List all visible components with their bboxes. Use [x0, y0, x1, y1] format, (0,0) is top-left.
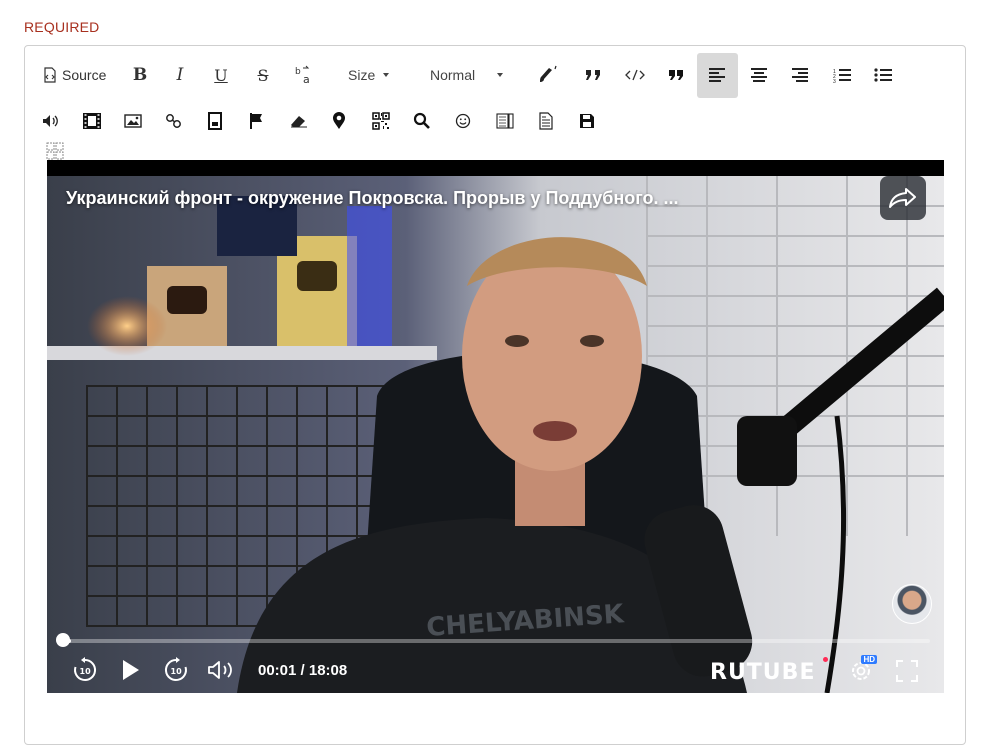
- video-top-bar: [47, 160, 944, 176]
- image-button[interactable]: [124, 106, 142, 136]
- template-button[interactable]: [538, 106, 554, 136]
- quote-button[interactable]: [584, 60, 602, 90]
- remove-format-button[interactable]: [289, 106, 309, 136]
- strikethrough-button[interactable]: S: [255, 60, 271, 90]
- progress-bar[interactable]: [62, 639, 930, 643]
- bullet-list-button[interactable]: [873, 60, 893, 90]
- settings-button[interactable]: HD: [849, 655, 877, 683]
- size-label: Size: [348, 67, 376, 83]
- brush-icon: [540, 65, 557, 82]
- eraser-icon: [291, 116, 307, 128]
- channel-avatar[interactable]: [892, 584, 932, 624]
- align-right-button[interactable]: [790, 60, 810, 90]
- rutube-logo-dot: [823, 657, 828, 662]
- align-right-icon: [792, 68, 808, 82]
- svg-text:b: b: [295, 67, 301, 77]
- show-blocks-button[interactable]: [495, 106, 515, 136]
- volume-button[interactable]: [207, 658, 235, 682]
- blockquote-icon: [669, 70, 683, 80]
- location-pin-icon: [333, 112, 345, 129]
- hd-badge: HD: [861, 655, 877, 664]
- share-button[interactable]: [880, 176, 926, 220]
- show-blocks-icon: [496, 113, 514, 129]
- page-break-button[interactable]: [207, 106, 223, 136]
- bullet-list-icon: [874, 68, 892, 82]
- volume-icon: [208, 661, 232, 679]
- share-icon: [889, 188, 916, 208]
- qrcode-icon: [372, 112, 390, 130]
- time-display: 00:01 / 18:08: [258, 662, 348, 679]
- page-break-icon: [208, 112, 222, 130]
- chevron-down-icon: [497, 73, 504, 77]
- translate-icon: ba: [295, 65, 310, 85]
- svg-text:3: 3: [833, 79, 836, 83]
- ordered-list-button[interactable]: 123: [832, 60, 852, 90]
- align-left-icon: [709, 68, 725, 82]
- rewind-10-button[interactable]: 10: [71, 656, 99, 684]
- video-title[interactable]: Украинский фронт - окружение Покровска. …: [66, 188, 679, 209]
- document-icon: [539, 112, 553, 130]
- align-center-button[interactable]: [749, 60, 769, 90]
- underline-button[interactable]: U: [213, 60, 229, 90]
- ordered-list-icon: 123: [833, 69, 851, 83]
- format-label: Normal: [430, 67, 476, 83]
- find-button[interactable]: [413, 106, 431, 136]
- play-icon: [123, 660, 139, 680]
- size-dropdown[interactable]: Size: [348, 60, 390, 90]
- video-button[interactable]: [82, 106, 102, 136]
- forward-10-icon: 10: [164, 657, 187, 681]
- quote-icon: [586, 70, 600, 80]
- play-button[interactable]: [119, 656, 143, 684]
- smiley-icon: [455, 113, 471, 129]
- format-dropdown[interactable]: Normal: [430, 60, 504, 90]
- map-button[interactable]: [331, 106, 347, 136]
- save-button[interactable]: [578, 106, 596, 136]
- text-color-button[interactable]: [536, 60, 560, 90]
- code-button[interactable]: [625, 60, 645, 90]
- save-icon: [580, 114, 594, 128]
- source-button[interactable]: Source: [42, 60, 106, 90]
- rutube-logo[interactable]: RUTUBE: [710, 660, 815, 685]
- emoji-button[interactable]: [455, 106, 471, 136]
- search-icon: [413, 112, 430, 129]
- audio-button[interactable]: [42, 106, 60, 136]
- move-handle-icon: [46, 142, 64, 160]
- link-button[interactable]: [165, 106, 183, 136]
- translate-button[interactable]: ba: [294, 60, 314, 90]
- progress-thumb[interactable]: [56, 633, 70, 647]
- svg-text:10: 10: [171, 667, 183, 676]
- source-label: Source: [62, 67, 107, 83]
- fullscreen-icon: [896, 660, 918, 682]
- italic-button[interactable]: I: [173, 60, 187, 90]
- align-center-icon: [751, 68, 767, 82]
- video-player[interactable]: CHELYABINSK Украинский фронт - окружение…: [47, 160, 944, 693]
- forward-10-button[interactable]: 10: [162, 656, 190, 684]
- svg-text:10: 10: [80, 667, 92, 676]
- chevron-down-icon: [383, 73, 390, 77]
- fullscreen-button[interactable]: [896, 660, 918, 682]
- flag-icon: [250, 113, 262, 129]
- source-icon: [44, 67, 56, 83]
- svg-text:a: a: [303, 73, 310, 85]
- speaker-icon: [43, 115, 58, 127]
- widget-handle-button[interactable]: [46, 140, 64, 162]
- anchor-button[interactable]: [248, 106, 266, 136]
- link-icon: [166, 114, 181, 128]
- required-label: REQUIRED: [24, 19, 100, 35]
- blockquote-button[interactable]: [667, 60, 685, 90]
- video-frame: CHELYABINSK: [47, 176, 944, 693]
- image-icon: [124, 114, 142, 128]
- code-icon: [625, 69, 645, 81]
- qrcode-button[interactable]: [371, 106, 391, 136]
- rewind-10-icon: 10: [74, 657, 97, 681]
- bold-button[interactable]: B: [131, 60, 149, 90]
- film-icon: [83, 113, 101, 129]
- align-left-button[interactable]: [707, 60, 727, 90]
